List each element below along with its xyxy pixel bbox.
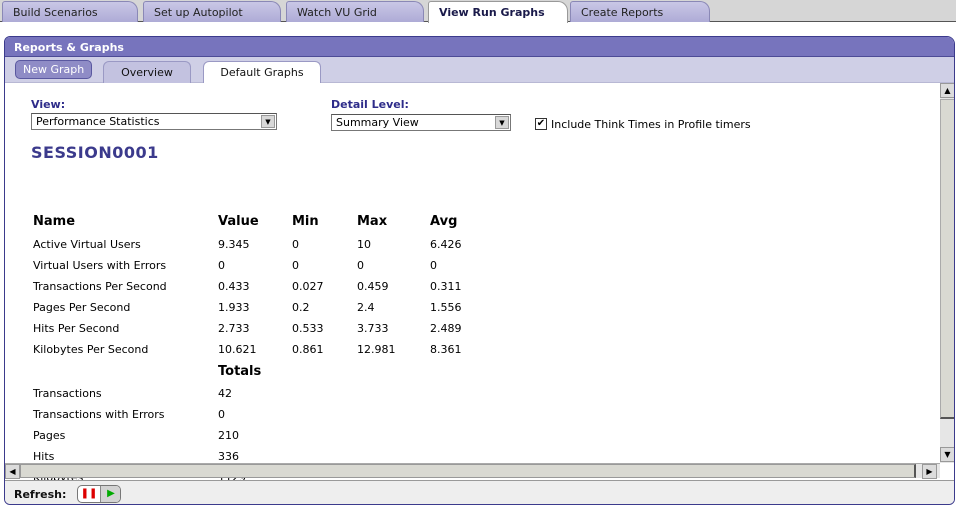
refresh-label: Refresh: [14, 488, 67, 501]
stat-name: Hits Per Second [33, 322, 120, 335]
checkmark-icon: ✔ [536, 118, 546, 129]
refresh-controls: ❚❚ ▶ [77, 485, 121, 503]
chevron-down-icon[interactable]: ▼ [495, 116, 509, 129]
view-select[interactable]: Performance Statistics ▼ [31, 113, 277, 130]
tab-create-reports[interactable]: Create Reports [570, 1, 710, 22]
tab-overview[interactable]: Overview [103, 61, 191, 83]
pause-icon[interactable]: ❚❚ [78, 486, 100, 502]
stat-value: 1.556 [430, 301, 462, 314]
detail-level-select-value: Summary View [336, 116, 419, 129]
vertical-scroll-thumb[interactable] [940, 99, 954, 419]
stat-value: 8.361 [430, 343, 462, 356]
view-select-value: Performance Statistics [36, 115, 160, 128]
total-name: Pages [33, 429, 66, 442]
tab-view-run-graphs[interactable]: View Run Graphs [428, 1, 568, 23]
stat-name: Kilobytes Per Second [33, 343, 149, 356]
total-value: 336 [218, 450, 239, 463]
horizontal-scrollbar[interactable]: ◀ ▶ [5, 463, 940, 479]
total-value: 42 [218, 387, 232, 400]
session-title: SESSION0001 [31, 143, 159, 162]
view-label: View: [31, 98, 66, 111]
think-times-checkbox[interactable]: ✔ [535, 118, 547, 130]
horizontal-scroll-thumb[interactable] [20, 464, 916, 478]
stat-value: 0.459 [357, 280, 389, 293]
detail-level-select[interactable]: Summary View ▼ [331, 114, 511, 131]
stat-value: 0 [430, 259, 437, 272]
stat-value: 0.533 [292, 322, 324, 335]
stat-value: 0 [292, 238, 299, 251]
total-name: Transactions [33, 387, 102, 400]
scroll-right-icon[interactable]: ▶ [922, 464, 937, 479]
stat-value: 0 [357, 259, 364, 272]
total-name: Transactions with Errors [33, 408, 165, 421]
stat-value: 0.861 [292, 343, 324, 356]
stat-value: 10 [357, 238, 371, 251]
total-value: 210 [218, 429, 239, 442]
totals-header: Totals [218, 364, 262, 379]
column-header: Max [357, 214, 388, 229]
stat-value: 2.4 [357, 301, 375, 314]
sub-tab-bar: New Graph Overview Default Graphs [5, 57, 954, 84]
play-icon[interactable]: ▶ [100, 486, 120, 502]
column-header: Value [218, 214, 259, 229]
stat-value: 2.733 [218, 322, 250, 335]
stat-value: 0.433 [218, 280, 250, 293]
stat-value: 0 [218, 259, 225, 272]
stat-value: 3.733 [357, 322, 389, 335]
chevron-down-icon[interactable]: ▼ [261, 115, 275, 128]
tab-default-graphs[interactable]: Default Graphs [203, 61, 321, 84]
scroll-down-icon[interactable]: ▼ [940, 447, 954, 462]
stat-value: 0.027 [292, 280, 324, 293]
footer-bar: Refresh: ❚❚ ▶ [5, 480, 954, 504]
stat-name: Active Virtual Users [33, 238, 141, 251]
stat-name: Transactions Per Second [33, 280, 167, 293]
new-graph-button[interactable]: New Graph [15, 60, 93, 79]
think-times-label: Include Think Times in Profile timers [551, 118, 751, 131]
panel-title: Reports & Graphs [5, 37, 954, 57]
stat-value: 6.426 [430, 238, 462, 251]
tab-setup-autopilot[interactable]: Set up Autopilot [143, 1, 281, 22]
column-header: Min [292, 214, 319, 229]
top-tab-bar: Build Scenarios Set up Autopilot Watch V… [0, 0, 956, 23]
reports-graphs-panel: Reports & Graphs New Graph Overview Defa… [4, 36, 955, 505]
scroll-left-icon[interactable]: ◀ [5, 464, 20, 479]
scroll-up-icon[interactable]: ▲ [940, 83, 954, 98]
stat-value: 10.621 [218, 343, 257, 356]
total-name: Hits [33, 450, 55, 463]
tab-watch-vu-grid[interactable]: Watch VU Grid [286, 1, 424, 22]
total-value: 0 [218, 408, 225, 421]
column-header: Name [33, 214, 76, 229]
content-area: View: Performance Statistics ▼ Detail Le… [5, 83, 940, 484]
stat-value: 1.933 [218, 301, 250, 314]
stat-value: 0.311 [430, 280, 462, 293]
stat-name: Virtual Users with Errors [33, 259, 167, 272]
column-header: Avg [430, 214, 458, 229]
stat-value: 2.489 [430, 322, 462, 335]
stat-value: 0 [292, 259, 299, 272]
detail-level-label: Detail Level: [331, 98, 409, 111]
stat-name: Pages Per Second [33, 301, 131, 314]
stat-value: 12.981 [357, 343, 396, 356]
vertical-scrollbar[interactable]: ▲ ▼ [940, 83, 954, 463]
stat-value: 0.2 [292, 301, 310, 314]
stat-value: 9.345 [218, 238, 250, 251]
tab-build-scenarios[interactable]: Build Scenarios [2, 1, 138, 22]
